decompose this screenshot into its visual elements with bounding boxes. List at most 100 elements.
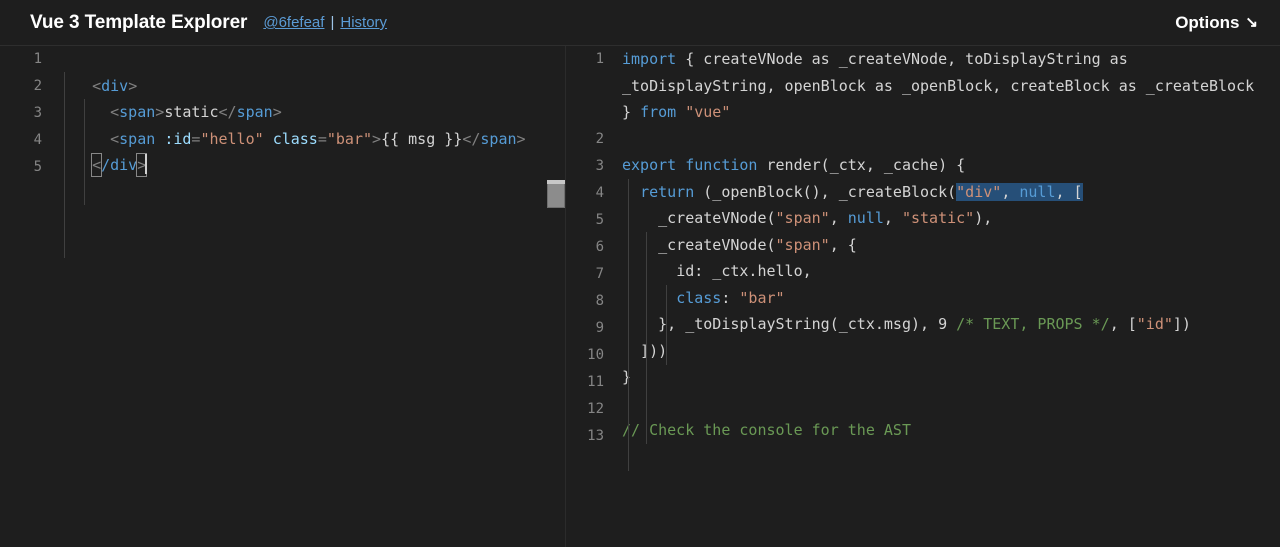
code-token: > (272, 103, 282, 121)
code-token: {{ msg }} (381, 129, 463, 148)
line-number: 2 (595, 131, 604, 147)
text-cursor (145, 154, 148, 174)
history-link[interactable]: History (340, 14, 387, 31)
editor-panes: 12345 <div> <span>static</span> <span :i… (0, 46, 1280, 547)
compiled-output-pane[interactable]: 1 2 3 4 5 6 7 8 9 10 11 12 13 import { createVNode a… (566, 46, 1280, 547)
code-token: span (480, 129, 517, 148)
app-header: Vue 3 Template Explorer @6fefeaf | Histo… (0, 0, 1280, 46)
line-number: 12 (587, 401, 604, 417)
scrollbar-cap (547, 180, 565, 184)
code-token: render(_ctx, _cache) { (757, 156, 966, 174)
horizontal-scrollbar-thumb[interactable] (547, 180, 565, 208)
line-number: 1 (33, 51, 42, 67)
code-line: // Check the console for the AST (622, 417, 1270, 444)
code-line: _createVNode("span", { (622, 232, 1270, 259)
code-token: > (516, 129, 526, 148)
line-number: 9 (595, 320, 604, 336)
code-token: , (1001, 182, 1020, 201)
code-line: } (622, 364, 1270, 391)
code-token: < (110, 129, 120, 148)
line-number: 4 (33, 132, 42, 148)
page-title: Vue 3 Template Explorer (30, 11, 248, 33)
code-token: , { (829, 235, 857, 254)
template-source-pane[interactable]: 12345 <div> <span>static</span> <span :i… (0, 46, 566, 547)
code-token: "bar" (326, 129, 373, 148)
output-editor[interactable]: 1 2 3 4 5 6 7 8 9 10 11 12 13 import { createVNode a… (566, 46, 1280, 547)
code-token: id: _ctx.hello, (622, 262, 812, 280)
indent-guide (64, 72, 65, 258)
code-line: }, _toDisplayString(_ctx.msg), 9 /* TEXT… (622, 311, 1270, 338)
code-token: ]) (1172, 315, 1191, 333)
code-line: ])) (622, 338, 1270, 365)
line-number: 11 (587, 374, 604, 390)
right-line-number-gutter: 1 2 3 4 5 6 7 8 9 10 11 12 13 (566, 46, 618, 547)
code-token: </ (218, 103, 237, 121)
code-token: < (92, 76, 102, 95)
code-token: > (155, 103, 165, 121)
line-number: 13 (587, 428, 604, 444)
code-line: class: "bar" (622, 285, 1270, 312)
code-token: 9 (938, 315, 948, 333)
code-token: span (119, 103, 156, 121)
line-number: 8 (595, 293, 604, 309)
line-number: 5 (33, 159, 42, 175)
code-token: }, _toDisplayString(_ctx.msg), (622, 315, 939, 333)
code-token: span (119, 129, 156, 148)
line-number: 10 (587, 347, 604, 363)
code-line: import { createVNode as _createVNode, to… (622, 46, 1270, 126)
code-token: div (101, 76, 129, 95)
code-token: "static" (901, 209, 975, 227)
template-code-area[interactable]: <div> <span>static</span> <span :id="hel… (56, 46, 565, 547)
commit-hash-link[interactable]: @6fefeaf (263, 14, 324, 31)
line-number: 2 (33, 78, 42, 94)
code-token: "span" (775, 235, 830, 254)
code-token: static (164, 103, 219, 121)
template-editor[interactable]: 12345 <div> <span>static</span> <span :i… (0, 46, 565, 547)
app-root: Vue 3 Template Explorer @6fefeaf | Histo… (0, 0, 1280, 547)
code-token: import (622, 50, 677, 68)
line-number: 7 (595, 266, 604, 282)
code-line: <div> (74, 73, 555, 100)
code-token: export function (622, 156, 758, 174)
code-token: < (110, 103, 120, 121)
left-line-number-gutter: 1 2 3 4 5 (0, 46, 56, 547)
code-token: "hello" (200, 129, 264, 148)
header-link-separator: | (330, 14, 335, 31)
code-token: , [ (1055, 182, 1083, 201)
options-button[interactable]: Options ↘ (1175, 13, 1258, 33)
code-token: (_openBlock(), _createBlock( (694, 182, 957, 201)
code-token: _createVNode( (622, 209, 776, 227)
code-token: return (640, 182, 695, 201)
code-token: , (829, 209, 848, 227)
code-token: "id" (1136, 315, 1173, 333)
code-token: _createVNode( (622, 235, 776, 254)
code-token: null (1019, 182, 1056, 201)
code-line: </div> (74, 152, 555, 179)
code-token: "div" (956, 182, 1002, 201)
code-token: "bar" (739, 288, 785, 307)
code-token: < (91, 153, 103, 177)
line-number: 3 (595, 158, 604, 174)
code-token: from (640, 103, 677, 121)
code-token: ), (974, 209, 993, 227)
code-token: class (676, 288, 722, 307)
code-token: "span" (775, 209, 830, 227)
code-token: // Check the console for the AST (622, 421, 911, 439)
compiled-code-area[interactable]: import { createVNode as _createVNode, to… (618, 46, 1280, 547)
line-number: 3 (33, 105, 42, 121)
code-token: "vue" (685, 103, 731, 121)
code-token: , [ (1109, 315, 1137, 333)
code-line: return (_openBlock(), _createBlock("div"… (622, 179, 1270, 206)
code-token: > (128, 76, 138, 95)
